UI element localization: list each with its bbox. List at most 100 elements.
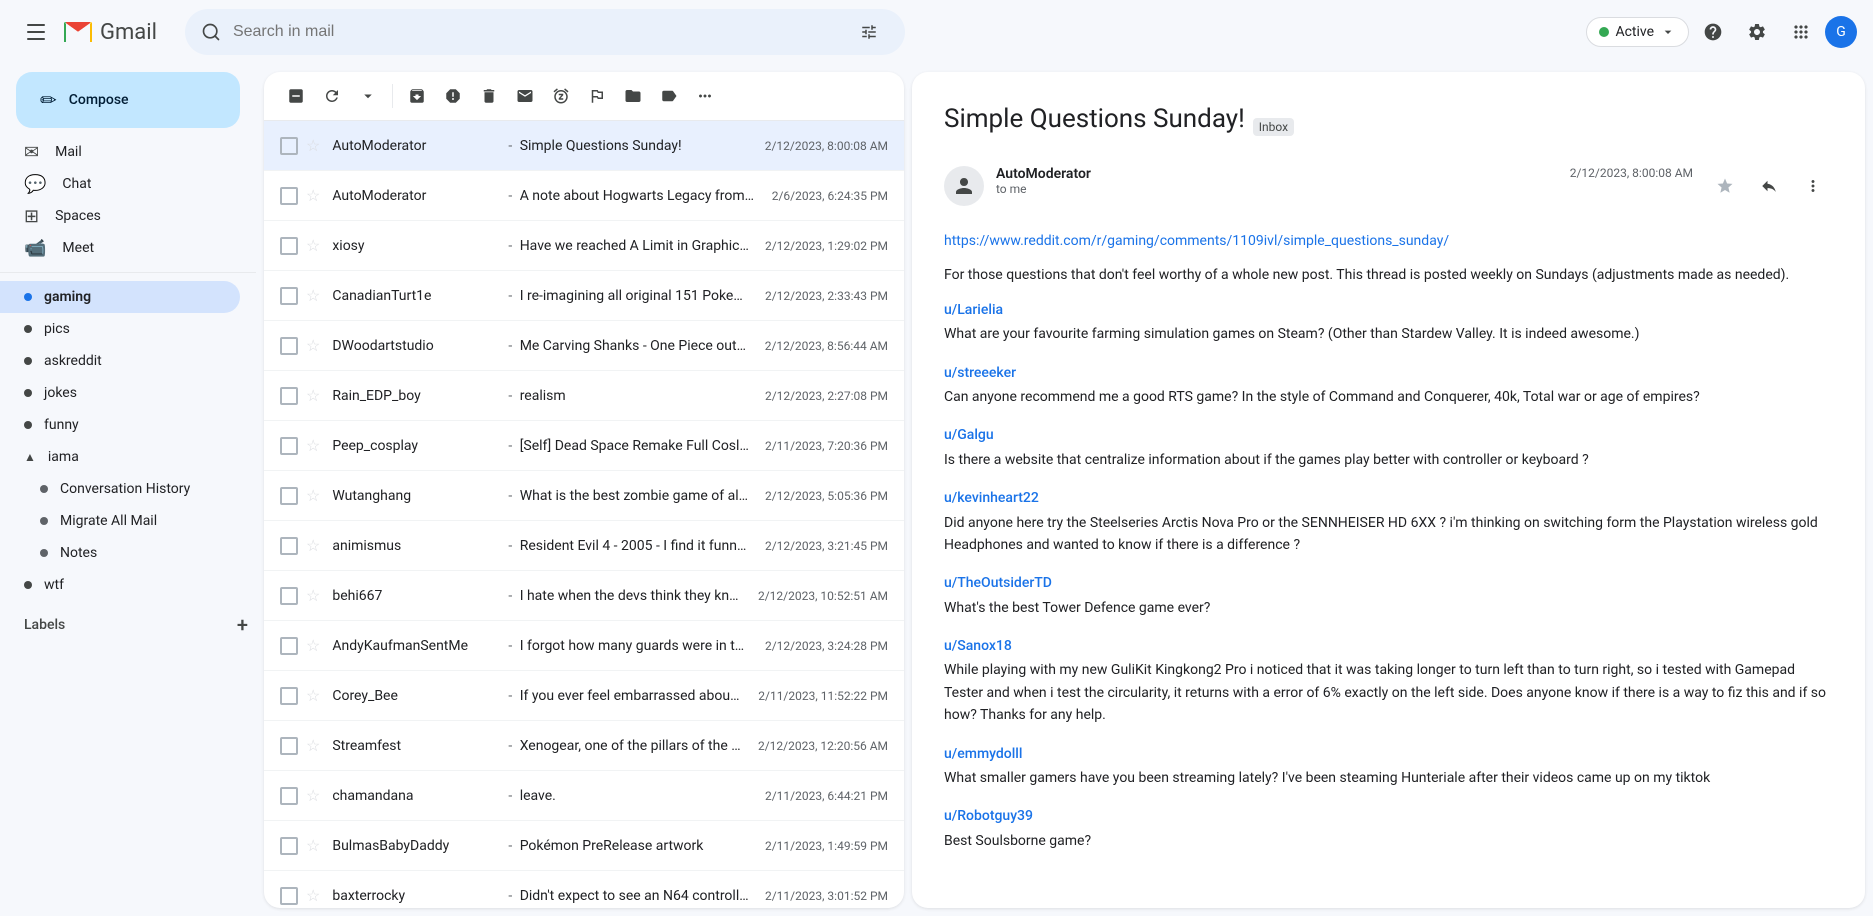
more-actions-button[interactable] bbox=[689, 80, 721, 112]
sidebar-item-wtf[interactable]: wtf bbox=[0, 569, 240, 601]
email-checkbox[interactable] bbox=[280, 237, 298, 255]
email-star-icon[interactable]: ☆ bbox=[306, 586, 320, 605]
delete-button[interactable] bbox=[473, 80, 505, 112]
sidebar-item-iama[interactable]: ▲ iama bbox=[0, 441, 240, 473]
report-spam-button[interactable] bbox=[437, 80, 469, 112]
email-row[interactable]: ☆ Streamfest - Xenogear, one of the pill… bbox=[264, 721, 904, 771]
email-star-icon[interactable]: ☆ bbox=[306, 286, 320, 305]
email-star-icon[interactable]: ☆ bbox=[306, 636, 320, 655]
email-row[interactable]: ☆ behi667 - I hate when the devs think t… bbox=[264, 571, 904, 621]
email-star-icon[interactable]: ☆ bbox=[306, 786, 320, 805]
sidebar-item-gaming[interactable]: gaming bbox=[0, 281, 240, 313]
email-checkbox[interactable] bbox=[280, 487, 298, 505]
help-button[interactable] bbox=[1693, 12, 1733, 52]
sidebar-item-funny[interactable]: funny bbox=[0, 409, 240, 441]
move-to-button[interactable] bbox=[617, 80, 649, 112]
sidebar-item-meet[interactable]: 📹 Meet bbox=[0, 232, 240, 264]
email-checkbox[interactable] bbox=[280, 887, 298, 905]
email-row[interactable]: ☆ DWoodartstudio - Me Carving Shanks - O… bbox=[264, 321, 904, 371]
search-input[interactable] bbox=[233, 23, 845, 41]
settings-button[interactable] bbox=[1737, 12, 1777, 52]
add-to-tasks-button[interactable] bbox=[581, 80, 613, 112]
email-row[interactable]: ☆ CanadianTurt1e - I re-imagining all or… bbox=[264, 271, 904, 321]
email-star-icon[interactable]: ☆ bbox=[306, 886, 320, 905]
email-star-icon[interactable]: ☆ bbox=[306, 436, 320, 455]
email-checkbox[interactable] bbox=[280, 437, 298, 455]
email-row[interactable]: ☆ AndyKaufmanSentMe - I forgot how many … bbox=[264, 621, 904, 671]
email-checkbox[interactable] bbox=[280, 137, 298, 155]
email-star-icon[interactable]: ☆ bbox=[306, 486, 320, 505]
email-checkbox[interactable] bbox=[280, 587, 298, 605]
email-row[interactable]: ☆ Peep_cosplay - [Self] Dead Space Remak… bbox=[264, 421, 904, 471]
user-avatar[interactable]: G bbox=[1825, 16, 1857, 48]
email-checkbox[interactable] bbox=[280, 837, 298, 855]
email-star-icon[interactable]: ☆ bbox=[306, 736, 320, 755]
email-checkbox[interactable] bbox=[280, 287, 298, 305]
email-sender: AndyKaufmanSentMe bbox=[332, 638, 492, 654]
sidebar-item-jokes[interactable]: jokes bbox=[0, 377, 240, 409]
apps-button[interactable] bbox=[1781, 12, 1821, 52]
email-star-icon[interactable]: ☆ bbox=[306, 836, 320, 855]
sidebar-item-mail[interactable]: ✉ Mail bbox=[0, 136, 240, 168]
email-star-icon[interactable]: ☆ bbox=[306, 186, 320, 205]
sidebar-item-migrate-all-mail[interactable]: Migrate All Mail bbox=[0, 505, 240, 537]
email-checkbox[interactable] bbox=[280, 637, 298, 655]
email-star-icon[interactable]: ☆ bbox=[306, 136, 320, 155]
active-status-badge[interactable]: Active bbox=[1586, 17, 1689, 47]
search-options-button[interactable] bbox=[849, 12, 889, 52]
snooze-button[interactable] bbox=[545, 80, 577, 112]
reply-button[interactable] bbox=[1749, 166, 1789, 206]
settings-icon bbox=[1747, 22, 1767, 42]
email-row[interactable]: ☆ xiosy - Have we reached A Limit in Gra… bbox=[264, 221, 904, 271]
email-row[interactable]: ☆ Rain_EDP_boy - realism 2/12/2023, 2:27… bbox=[264, 371, 904, 421]
label-askreddit-text: askreddit bbox=[44, 353, 102, 369]
email-row[interactable]: ☆ Wutanghang - What is the best zombie g… bbox=[264, 471, 904, 521]
email-star-icon[interactable]: ☆ bbox=[306, 336, 320, 355]
email-checkbox[interactable] bbox=[280, 687, 298, 705]
email-checkbox[interactable] bbox=[280, 537, 298, 555]
email-row[interactable]: ☆ AutoModerator - A note about Hogwarts … bbox=[264, 171, 904, 221]
sidebar-item-chat[interactable]: 💬 Chat bbox=[0, 168, 240, 200]
email-row[interactable]: ☆ chamandana - leave. 2/11/2023, 6:44:21… bbox=[264, 771, 904, 821]
delete-icon bbox=[480, 87, 498, 105]
qa-user: u/Larielia bbox=[944, 299, 1833, 321]
sidebar-item-notes[interactable]: Notes bbox=[0, 537, 240, 569]
more-options-button[interactable] bbox=[1793, 166, 1833, 206]
minus-prefix: - bbox=[508, 138, 512, 154]
mark-as-read-button[interactable] bbox=[509, 80, 541, 112]
email-row[interactable]: ☆ animismus - Resident Evil 4 - 2005 - I… bbox=[264, 521, 904, 571]
select-all-checkbox[interactable] bbox=[280, 80, 312, 112]
qa-item: u/Robotguy39 Best Soulsborne game? bbox=[944, 805, 1833, 852]
email-star-icon[interactable]: ☆ bbox=[306, 686, 320, 705]
email-checkbox[interactable] bbox=[280, 787, 298, 805]
email-row[interactable]: ☆ baxterrocky - Didn't expect to see an … bbox=[264, 871, 904, 908]
email-checkbox[interactable] bbox=[280, 387, 298, 405]
email-row[interactable]: ☆ BulmasBabyDaddy - Pokémon PreRelease a… bbox=[264, 821, 904, 871]
conversation-history-dot bbox=[40, 485, 48, 493]
menu-button[interactable] bbox=[16, 12, 56, 52]
email-star-icon[interactable]: ☆ bbox=[306, 536, 320, 555]
email-star-icon[interactable]: ☆ bbox=[306, 236, 320, 255]
add-label-button[interactable]: + bbox=[237, 613, 248, 637]
email-checkbox[interactable] bbox=[280, 337, 298, 355]
label-as-button[interactable] bbox=[653, 80, 685, 112]
compose-button[interactable]: ✏ Compose bbox=[16, 72, 240, 128]
email-checkbox[interactable] bbox=[280, 737, 298, 755]
refresh-button[interactable] bbox=[316, 80, 348, 112]
reddit-link[interactable]: https://www.reddit.com/r/gaming/comments… bbox=[944, 233, 1449, 249]
archive-icon bbox=[408, 87, 426, 105]
sidebar-item-askreddit[interactable]: askreddit bbox=[0, 345, 240, 377]
sidebar-item-pics[interactable]: pics bbox=[0, 313, 240, 345]
email-row[interactable]: ☆ AutoModerator - Simple Questions Sunda… bbox=[264, 121, 904, 171]
sidebar-item-spaces[interactable]: ⊞ Spaces bbox=[0, 200, 240, 232]
gmail-text: Gmail bbox=[100, 20, 157, 45]
checkbox-icon bbox=[287, 87, 305, 105]
email-row[interactable]: ☆ Corey_Bee - If you ever feel embarrass… bbox=[264, 671, 904, 721]
email-star-icon[interactable]: ☆ bbox=[306, 386, 320, 405]
sidebar-item-conversation-history[interactable]: Conversation History bbox=[0, 473, 240, 505]
email-sender: Wutanghang bbox=[332, 488, 492, 504]
star-button[interactable] bbox=[1705, 166, 1745, 206]
email-checkbox[interactable] bbox=[280, 187, 298, 205]
more-button[interactable] bbox=[352, 80, 384, 112]
archive-button[interactable] bbox=[401, 80, 433, 112]
